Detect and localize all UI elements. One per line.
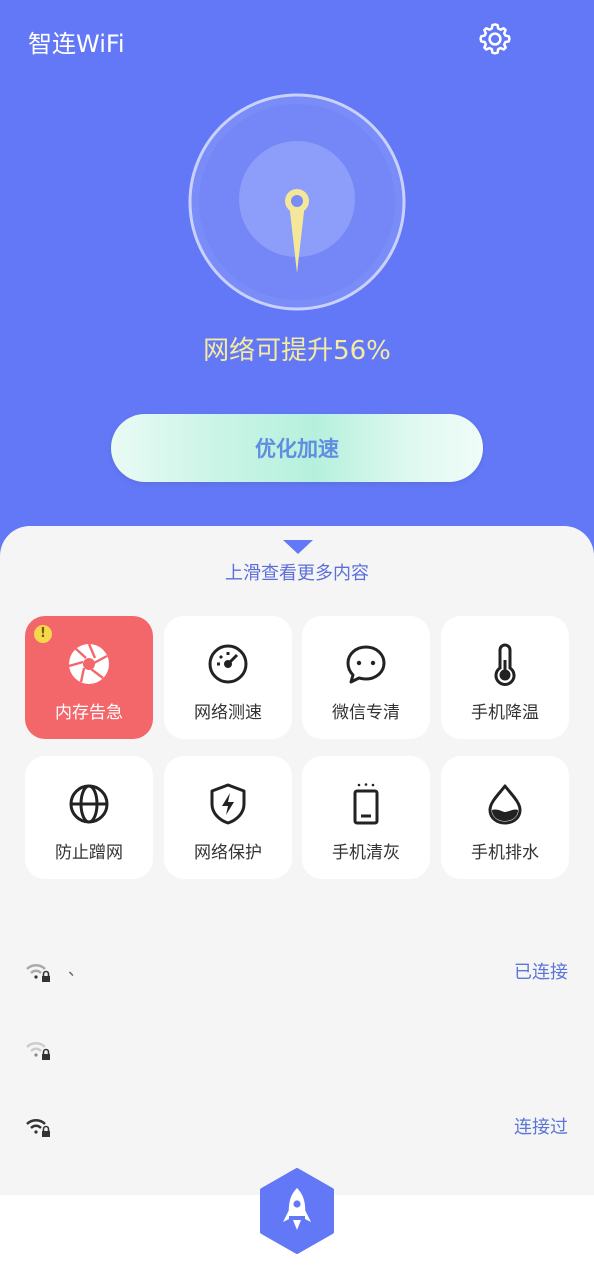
tool-wechat-clean[interactable]: 微信专清: [302, 616, 430, 739]
wifi-list-item[interactable]: 、 已连接: [0, 946, 594, 1006]
tool-speed-test[interactable]: 网络测速: [164, 616, 292, 739]
tool-label: 手机降温: [471, 703, 539, 723]
tool-label: 手机清灰: [332, 843, 400, 863]
tool-label: 微信专清: [332, 703, 400, 723]
phone-dust-icon: [353, 783, 379, 825]
arrow-down-icon: [283, 540, 313, 554]
wifi-lock-icon: [26, 1119, 50, 1137]
thermometer-icon: [494, 643, 516, 686]
optimize-button[interactable]: 优化加速: [111, 414, 483, 482]
rocket-icon[interactable]: [258, 1168, 336, 1254]
wifi-name: 、: [68, 960, 85, 979]
tool-label: 内存告急: [55, 703, 123, 723]
tool-memory-alert[interactable]: ! 内存告急: [25, 616, 153, 739]
tool-label: 网络保护: [194, 843, 262, 863]
needle-pointer-icon: [188, 93, 406, 311]
app-title: 智连WiFi: [28, 30, 125, 58]
gear-icon[interactable]: [476, 20, 514, 58]
tool-label: 手机排水: [471, 843, 539, 863]
chat-bubble-icon: [346, 645, 386, 684]
water-drop-icon: [488, 784, 522, 825]
tool-label: 防止蹭网: [55, 843, 123, 863]
wifi-status: 连接过: [514, 1117, 568, 1138]
tool-dust-clean[interactable]: 手机清灰: [302, 756, 430, 879]
tool-label: 网络测速: [194, 703, 262, 723]
shield-bolt-icon: [210, 783, 246, 825]
warning-icon: !: [34, 625, 52, 643]
globe-icon: [69, 784, 109, 824]
tool-network-protect[interactable]: 网络保护: [164, 756, 292, 879]
aperture-icon: [68, 643, 109, 684]
wifi-list-item[interactable]: 连接过: [0, 1101, 594, 1161]
speedometer-icon: [208, 644, 248, 684]
swipe-up-hint: 上滑查看更多内容: [225, 563, 369, 584]
tool-water-eject[interactable]: 手机排水: [441, 756, 569, 879]
tool-anti-leech[interactable]: 防止蹭网: [25, 756, 153, 879]
wifi-lock-icon: [26, 1042, 50, 1060]
wifi-lock-icon: [26, 964, 50, 982]
wifi-status: 已连接: [514, 962, 568, 983]
wifi-list-item[interactable]: [0, 1024, 594, 1084]
tool-phone-cooling[interactable]: 手机降温: [441, 616, 569, 739]
boost-percentage-text: 网络可提升56%: [203, 336, 391, 366]
